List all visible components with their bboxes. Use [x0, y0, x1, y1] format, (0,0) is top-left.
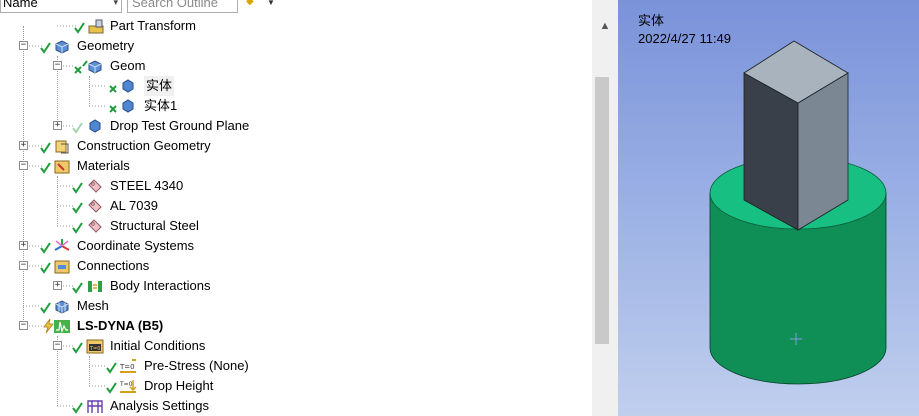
collapse-toggle-icon[interactable]: −	[53, 341, 62, 350]
tree-item-body-2[interactable]: 实体1	[0, 96, 592, 116]
tree-item-label: Geom	[110, 58, 146, 73]
tree-item-label: Structural Steel	[110, 218, 199, 233]
geometry-part-icon	[88, 60, 102, 74]
search-placeholder: Search Outline	[132, 0, 218, 10]
tree-item-label: Drop Test Ground Plane	[110, 118, 250, 133]
tree-item-label: AL 7039	[110, 198, 158, 213]
tree-item-label: 实体1	[144, 98, 178, 113]
expand-toggle-icon[interactable]: +	[53, 281, 62, 290]
expand-toggle-icon[interactable]: +	[19, 241, 28, 250]
filter-dropdown[interactable]: Name ▾	[0, 0, 122, 13]
tree-item-label: Part Transform	[110, 18, 196, 33]
scrollbar-thumb[interactable]	[595, 77, 609, 344]
tree-item-connections[interactable]: − Connections	[0, 256, 592, 276]
tree-item-mesh[interactable]: Mesh	[0, 296, 592, 316]
tree-scrollbar[interactable]: ▲	[592, 0, 618, 416]
collapse-toggle-icon[interactable]: −	[19, 261, 28, 270]
tree-item-body-1[interactable]: 实体	[0, 76, 592, 96]
scroll-up-arrow-icon[interactable]: ▲	[592, 16, 618, 36]
tree-item-part-transform[interactable]: Part Transform	[0, 16, 592, 36]
svg-text:T=0: T=0	[119, 363, 135, 371]
geometry-icon	[55, 40, 69, 54]
tree-item-analysis-settings[interactable]: Analysis Settings	[0, 396, 592, 416]
outline-toolbar: Name ▾ Search Outline ◆ ▼	[0, 0, 592, 14]
material-icon	[88, 179, 102, 193]
tree-item-label: Analysis Settings	[110, 398, 209, 413]
expand-toggle-icon[interactable]: +	[19, 141, 28, 150]
tree-item-label: Connections	[77, 258, 150, 273]
search-outline-input[interactable]: Search Outline	[127, 0, 238, 13]
graphics-viewport[interactable]: 实体 2022/4/27 11:49	[618, 0, 919, 416]
tree-item-steel-4340[interactable]: STEEL 4340	[0, 176, 592, 196]
tree-item-label: Initial Conditions	[110, 338, 206, 353]
materials-icon	[54, 160, 70, 174]
expand-toggle-icon[interactable]: +	[53, 121, 62, 130]
collapse-toggle-icon[interactable]: −	[19, 41, 28, 50]
collapse-toggle-icon[interactable]: −	[19, 161, 28, 170]
tree-item-label: Drop Height	[144, 378, 214, 393]
tree-item-label: Construction Geometry	[77, 138, 211, 153]
tree-item-al-7039[interactable]: AL 7039	[0, 196, 592, 216]
tree-item-label: Body Interactions	[110, 278, 211, 293]
tree-item-label: Geometry	[77, 38, 135, 53]
tree-item-label: Materials	[77, 158, 130, 173]
search-options-dropdown-icon[interactable]: ▼	[267, 0, 275, 7]
search-options-icon[interactable]: ◆	[246, 0, 254, 7]
body-icon	[89, 119, 101, 133]
pre-stress-icon: T=0	[119, 359, 136, 373]
tree-item-ls-dyna[interactable]: − LS-DYNA (B5)	[0, 316, 592, 336]
body-icon	[122, 99, 134, 113]
ls-dyna-icon	[54, 320, 70, 334]
analysis-settings-icon	[87, 400, 103, 413]
collapse-toggle-icon[interactable]: −	[19, 321, 28, 330]
tree-item-label: 实体	[144, 76, 175, 96]
body-interactions-icon	[88, 281, 102, 292]
drop-height-icon: T=0	[119, 380, 137, 393]
model-geometry[interactable]	[618, 0, 919, 416]
collapse-toggle-icon[interactable]: −	[53, 61, 62, 70]
tree-item-construction-geometry[interactable]: + Construction Geometry	[0, 136, 592, 156]
tree-item-label: STEEL 4340	[110, 178, 184, 193]
svg-text:T=0: T=0	[89, 346, 100, 352]
tree-item-label: Coordinate Systems	[77, 238, 195, 253]
chevron-down-icon: ▾	[113, 0, 118, 7]
material-icon	[88, 199, 102, 213]
tree-item-geometry[interactable]: − Geometry	[0, 36, 592, 56]
tree-item-materials[interactable]: − Materials	[0, 156, 592, 176]
connections-icon	[54, 260, 70, 274]
material-icon	[88, 219, 102, 233]
tree-item-drop-test-ground-plane[interactable]: + Drop Test Ground Plane	[0, 116, 592, 136]
tree-item-coordinate-systems[interactable]: + Coordinate Systems	[0, 236, 592, 256]
tree-item-label: Pre-Stress (None)	[144, 358, 249, 373]
construction-geometry-icon	[55, 140, 69, 154]
filter-value: Name	[3, 0, 38, 10]
outline-tree-panel: Name ▾ Search Outline ◆ ▼ Part Transform…	[0, 0, 592, 416]
tree-item-label: Mesh	[77, 298, 109, 313]
tree-item-structural-steel[interactable]: Structural Steel	[0, 216, 592, 236]
body-icon	[122, 79, 134, 93]
tree-item-drop-height[interactable]: T=0 Drop Height	[0, 376, 592, 396]
mesh-icon	[55, 300, 69, 314]
tree-item-initial-conditions[interactable]: − T=0 Initial Conditions	[0, 336, 592, 356]
tree-item-pre-stress[interactable]: T=0 Pre-Stress (None)	[0, 356, 592, 376]
tree-item-body-interactions[interactable]: + Body Interactions	[0, 276, 592, 296]
initial-conditions-icon: T=0	[86, 339, 104, 354]
part-transform-icon	[88, 19, 104, 34]
tree-item-label: LS-DYNA (B5)	[77, 318, 164, 333]
coordinate-systems-icon	[54, 239, 70, 251]
tree-item-geom[interactable]: − Geom	[0, 56, 592, 76]
